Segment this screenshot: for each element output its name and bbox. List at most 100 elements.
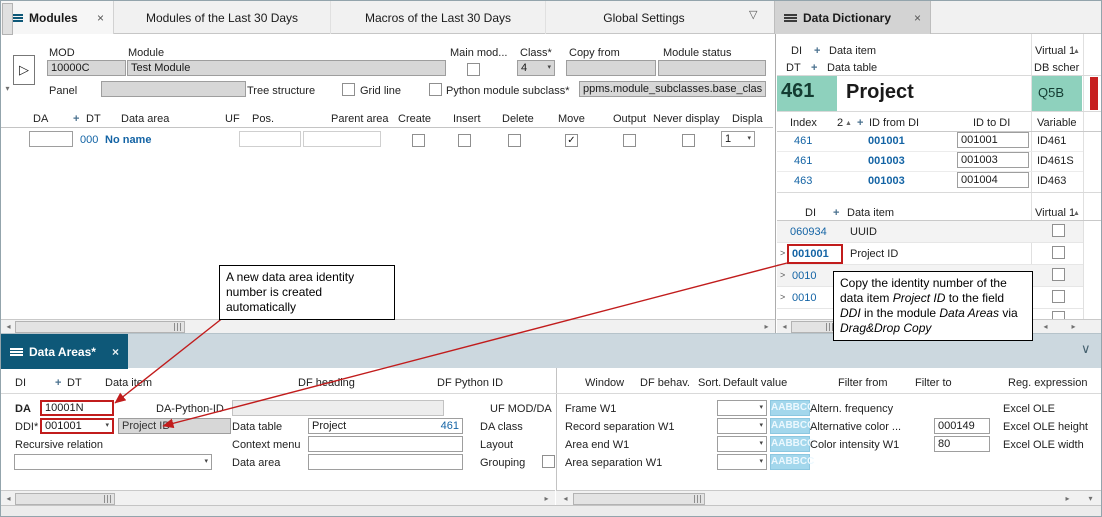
never-display-checkbox[interactable] (682, 134, 695, 147)
id-to-di-field[interactable]: 001001 (957, 132, 1029, 148)
scroll-right-icon[interactable]: ▸ (1061, 493, 1074, 505)
index-value[interactable]: 461 (794, 135, 812, 147)
close-icon[interactable]: × (112, 345, 119, 359)
close-icon[interactable]: × (914, 11, 921, 25)
close-icon[interactable]: × (97, 11, 104, 25)
modules-hscrollbar[interactable]: ◂ ▸ (1, 319, 775, 333)
class-dropdown[interactable]: 4 ▾ (517, 60, 555, 76)
scroll-down-icon[interactable]: ▾ (1, 83, 14, 95)
main-module-checkbox[interactable] (467, 63, 480, 76)
add-data-table-icon[interactable]: + (811, 62, 817, 74)
tab-modules-last-30-days[interactable]: Modules of the Last 30 Days (114, 1, 331, 34)
id-to-di-field[interactable]: 001004 (957, 172, 1029, 188)
scroll-thumb[interactable] (15, 321, 185, 333)
add-row-icon[interactable]: + (73, 113, 79, 125)
panel-splitter[interactable] (775, 34, 776, 333)
create-checkbox[interactable] (412, 134, 425, 147)
virtual-checkbox[interactable] (1052, 246, 1065, 259)
scroll-left-icon[interactable]: ◂ (2, 321, 15, 333)
alternative-color-field[interactable]: 000149 (934, 418, 990, 434)
module-status-field[interactable] (658, 60, 766, 76)
scroll-left-icon[interactable]: ◂ (1039, 321, 1052, 333)
form-splitter[interactable] (556, 368, 557, 505)
panel-field[interactable] (101, 81, 246, 97)
id-from-di[interactable]: 001003 (868, 155, 905, 167)
di-value[interactable]: 0010 (792, 270, 816, 282)
id-from-di[interactable]: 001001 (868, 135, 905, 147)
record-separation-color-field[interactable]: AABBCC (770, 418, 810, 434)
scroll-left-icon[interactable]: ◂ (559, 493, 572, 505)
expand-icon[interactable]: > (780, 292, 785, 302)
delete-checkbox[interactable] (508, 134, 521, 147)
selected-dt-id[interactable]: 461 (777, 76, 837, 111)
python-subclass-field[interactable]: ppms.module_subclasses.base_clas (579, 81, 766, 97)
tab-macros-last-30-days[interactable]: Macros of the Last 30 Days (331, 1, 546, 34)
recursive-relation-dropdown[interactable]: ▾ (14, 454, 212, 470)
tab-data-dictionary[interactable]: Data Dictionary × (774, 1, 931, 34)
copy-from-field[interactable] (566, 60, 656, 76)
module-name-field[interactable]: Test Module (127, 60, 446, 76)
color-intensity-field[interactable]: 80 (934, 436, 990, 452)
area-separation-color-field[interactable]: AABBCC (770, 454, 810, 470)
row-data-area-name[interactable]: No name (105, 134, 151, 146)
parent-area-cell[interactable] (303, 131, 381, 147)
sort-asc-icon[interactable]: ▲ (1073, 210, 1080, 217)
id-to-di-field[interactable]: 001003 (957, 152, 1029, 168)
row-dt-value[interactable]: 000 (80, 134, 98, 146)
record-separation-w1-dropdown[interactable]: ▾ (717, 418, 767, 434)
scroll-left-icon[interactable]: ◂ (2, 493, 15, 505)
area-end-w1-dropdown[interactable]: ▾ (717, 436, 767, 452)
add-icon[interactable]: + (55, 377, 61, 389)
add-data-item-icon[interactable]: + (814, 45, 820, 57)
scroll-thumb[interactable] (573, 493, 705, 505)
selected-db-schema[interactable]: Q5B (1032, 76, 1082, 111)
grid-line-checkbox[interactable] (342, 83, 355, 96)
index-value[interactable]: 461 (794, 155, 812, 167)
scroll-right-icon[interactable]: ▸ (760, 321, 773, 333)
add-index-icon[interactable]: + (857, 117, 863, 129)
da-left-hscrollbar[interactable]: ◂ ▸ (1, 490, 555, 505)
virtual-checkbox[interactable] (1052, 224, 1065, 237)
da-right-hscrollbar[interactable]: ◂ ▸ ▾ (556, 490, 1102, 505)
sort-asc-icon[interactable]: ▲ (1073, 48, 1080, 55)
tab-data-areas[interactable]: Data Areas* × (1, 334, 128, 369)
collapse-panel-icon[interactable]: ∨ (1081, 341, 1091, 357)
area-end-color-field[interactable]: AABBCC (770, 436, 810, 452)
di-value[interactable]: 060934 (790, 226, 827, 238)
scroll-right-icon[interactable]: ▸ (540, 493, 553, 505)
expand-icon[interactable]: > (780, 248, 785, 258)
da-id-input[interactable] (29, 131, 73, 147)
virtual-checkbox[interactable] (1052, 268, 1065, 281)
expand-icon[interactable]: > (780, 270, 785, 280)
context-menu-field[interactable] (308, 436, 463, 452)
frame-w1-color-field[interactable]: AABBCC (770, 400, 810, 416)
scroll-thumb[interactable] (2, 3, 13, 35)
move-checkbox[interactable]: ✓ (565, 134, 578, 147)
pos-cell[interactable] (239, 131, 301, 147)
output-checkbox[interactable] (623, 134, 636, 147)
sort-asc-icon[interactable]: ▲ (845, 120, 852, 127)
selected-dt-name[interactable]: Project (846, 81, 914, 104)
data-table-field[interactable]: Project 461 (308, 418, 463, 434)
tab-global-settings[interactable]: Global Settings (546, 1, 742, 34)
scroll-thumb[interactable] (791, 321, 837, 333)
frame-w1-dropdown[interactable]: ▾ (717, 400, 767, 416)
da-id-field[interactable]: 10001N (40, 400, 114, 416)
virtual-checkbox[interactable] (1052, 290, 1065, 303)
ddi-dropdown[interactable]: 001001 ▾ (40, 418, 114, 434)
da-python-id-field[interactable] (232, 400, 444, 416)
display-dropdown[interactable]: 1 ▾ (721, 131, 755, 147)
index-value[interactable]: 463 (794, 175, 812, 187)
grouping-checkbox[interactable] (542, 455, 555, 468)
mod-field[interactable]: 10000C (47, 60, 126, 76)
di-value[interactable]: 0010 (792, 292, 816, 304)
python-subclass-checkbox[interactable] (429, 83, 442, 96)
run-module-button[interactable]: ▷ (13, 55, 35, 85)
add-data-item-icon[interactable]: + (833, 207, 839, 219)
scroll-thumb[interactable] (15, 493, 115, 505)
area-separation-w1-dropdown[interactable]: ▾ (717, 454, 767, 470)
scroll-down-icon[interactable]: ▾ (1084, 493, 1097, 505)
tab-modules[interactable]: Modules × (1, 1, 114, 34)
scroll-right-icon[interactable]: ▸ (1067, 321, 1080, 333)
scroll-left-icon[interactable]: ◂ (778, 321, 791, 333)
